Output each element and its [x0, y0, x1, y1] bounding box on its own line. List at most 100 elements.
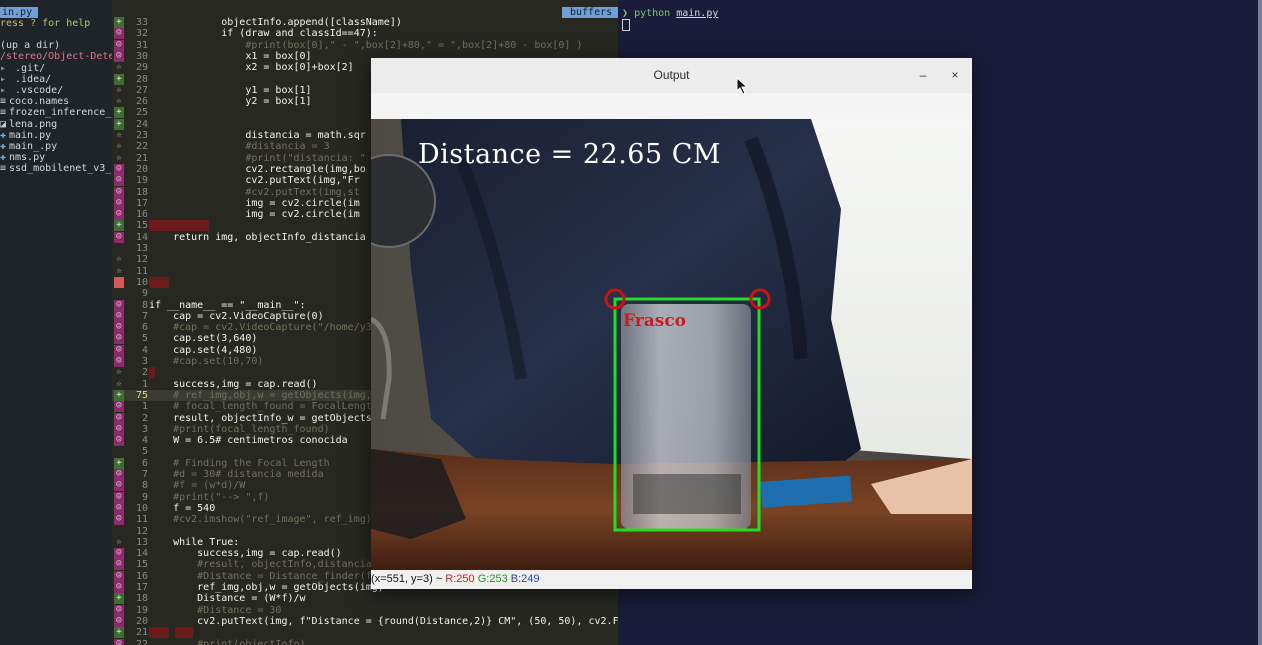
tree-entry[interactable]: ▸ .idea/: [0, 74, 51, 85]
tree-entry[interactable]: ✚ nms.py: [0, 152, 45, 163]
code-text: #print("--> ",f): [149, 491, 270, 503]
line-number: 28: [135, 73, 148, 85]
tree-entry[interactable]: ≡ ssd_mobilenet_v3_: [0, 163, 111, 174]
code-line[interactable]: +33 objectInfo.append([className]): [112, 17, 618, 28]
camera-image: [371, 119, 972, 570]
line-number: 11: [135, 514, 148, 526]
tree-entry[interactable]: ▸ .vscode/: [0, 85, 63, 96]
line-number: 75: [135, 389, 148, 401]
line-number: 18: [135, 593, 148, 605]
git-sign-icon: ☺: [114, 548, 124, 560]
git-sign-icon: ☺: [114, 480, 124, 492]
line-number: 23: [135, 130, 148, 141]
line-number: 22: [135, 638, 148, 645]
tree-entry-label: frozen_inference_: [9, 107, 112, 119]
git-sign-icon: ☺: [114, 163, 124, 175]
code-line[interactable]: ☺ 22 #print(objectInfo): [112, 638, 618, 645]
code-text: #print(objectInfo): [149, 638, 306, 645]
code-line[interactable]: ☺ 20 cv2.putText(img, f"Distance = {round…: [112, 615, 618, 627]
diagnostic-marker: [149, 367, 155, 379]
line-number: 19: [135, 604, 148, 616]
code-text: Distance = (W*f)/w: [149, 593, 306, 605]
git-sign-icon: ☺: [114, 356, 124, 367]
git-sign-icon: ☆: [116, 141, 122, 152]
terminal-border: [1258, 0, 1262, 645]
diagnostic-marker: [149, 220, 209, 232]
line-number: 3: [141, 423, 148, 435]
line-number: 10: [135, 502, 148, 514]
tree-entry[interactable]: ◪ lena.png: [0, 119, 57, 130]
code-line[interactable]: +18 Distance = (W*f)/w: [112, 593, 618, 605]
tree-entry-label: .git/: [9, 62, 46, 74]
line-number: 6: [141, 322, 148, 334]
code-line[interactable]: +21: [112, 627, 618, 639]
close-button[interactable]: ×: [946, 67, 964, 83]
code-text: #distancia = 3: [149, 141, 330, 153]
code-text: ref_img,obj,w = getObjects(img,: [149, 582, 384, 593]
tree-entry[interactable]: ✚ main.py: [0, 130, 51, 141]
git-sign-icon: +: [114, 17, 124, 28]
code-text: #Distance = Distance_finder(foc: [149, 570, 384, 582]
tree-entry[interactable]: ≡ frozen_inference_: [0, 107, 111, 118]
line-number: 15: [135, 220, 148, 232]
tree-tab[interactable]: in.py: [0, 7, 39, 18]
minimize-button[interactable]: –: [914, 67, 932, 83]
code-text: if (draw and classId==47):: [149, 28, 378, 40]
code-text: result, objectInfo_w = getObjects(im: [149, 412, 390, 424]
code-line[interactable]: ☺ 31 #print(box[0]," - ",box[2]+80," = ",…: [112, 39, 618, 51]
status-coords: (x=551, y=3) ~: [371, 573, 446, 585]
git-sign-icon: ☺: [114, 491, 124, 503]
code-text: # Finding the Focal Length: [149, 457, 330, 469]
git-sign-icon: ☺: [114, 412, 124, 424]
tree-entry[interactable]: ▸ .git/: [0, 63, 45, 74]
code-text: # focal_length_found = FocalLength(: [149, 401, 384, 413]
code-text: while True:: [149, 536, 240, 548]
code-text: #cap.set(10,70): [149, 356, 264, 367]
line-number: 4: [141, 435, 148, 447]
line-number: 9: [141, 491, 148, 503]
buffers-tab[interactable]: buffers: [562, 7, 619, 18]
window-titlebar[interactable]: Output – ×: [371, 58, 972, 93]
image-icon: ◪: [0, 118, 7, 130]
code-text: success,img = cap.read(): [149, 378, 318, 390]
code-text: cap = cv2.VideoCapture(0): [149, 310, 324, 322]
git-sign-icon: [114, 243, 124, 254]
line-number: 13: [135, 536, 148, 548]
git-sign-icon: ☺: [114, 423, 124, 435]
line-number: 11: [135, 265, 148, 277]
code-text: #cv2.imshow("ref_image", ref_img): [149, 514, 372, 526]
tree-entry[interactable]: ≡ coco.names: [0, 96, 69, 107]
code-text: #cap = cv2.VideoCapture("/home/y3rs: [149, 322, 384, 334]
tree-entry[interactable]: /stereo/Object-Dete: [0, 51, 112, 62]
folder-icon: ▸: [0, 62, 7, 74]
code-text: #d = 30# distancia medida: [149, 469, 324, 480]
code-text: # ref_img,obj,w = getObjects(img, 0: [149, 389, 384, 401]
distance-readout: Distance = 22.65 CM: [418, 139, 722, 170]
git-sign-icon: +: [114, 389, 124, 401]
line-number: 13: [135, 243, 148, 254]
git-sign-icon: +: [114, 627, 124, 639]
camera-frame[interactable]: Distance = 22.65 CM Frasco: [371, 119, 972, 570]
line-number: 7: [141, 469, 148, 480]
line-number: 17: [135, 197, 148, 209]
line-number: 22: [135, 141, 148, 153]
git-sign-icon: +: [114, 73, 124, 85]
code-text: cv2.putText(img, f"Distance = {round(Dis…: [149, 615, 618, 627]
git-sign-icon: ☺: [114, 514, 124, 526]
tree-entry-label: /stereo/Object-Dete: [0, 51, 112, 63]
line-number: 24: [135, 118, 148, 130]
git-sign-icon: [114, 276, 124, 288]
folder-icon: ▸: [0, 73, 7, 85]
line-number: 20: [135, 615, 148, 627]
code-text: if __name__ == "__main__":: [149, 299, 306, 311]
git-sign-icon: ☺: [114, 435, 124, 447]
code-line[interactable]: ☺ 19 #Distance = 30: [112, 604, 618, 616]
code-text: #Distance = 30: [149, 604, 282, 616]
tree-entry[interactable]: (up a dir): [0, 40, 60, 51]
line-number: 5: [141, 446, 148, 458]
tree-entry[interactable]: ✚ main_.py: [0, 141, 57, 152]
code-line[interactable]: ☺ 32 if (draw and classId==47):: [112, 28, 618, 40]
output-window[interactable]: Output – × Distance = 22.65 CM Frasco (x…: [371, 58, 972, 589]
line-number: 29: [135, 62, 148, 74]
code-text: distancia = math.sqr: [149, 130, 366, 141]
